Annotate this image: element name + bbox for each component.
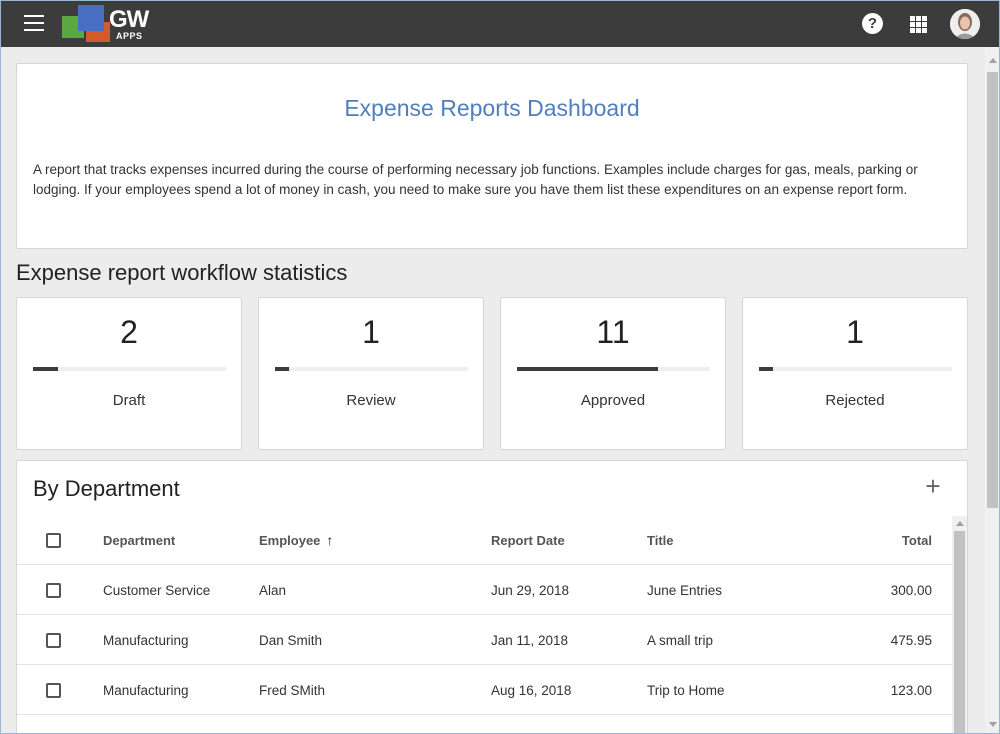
cell-total: 300.00 (890, 583, 932, 598)
workflow-statistics-heading: Expense report workflow statistics (16, 260, 348, 285)
stat-value: 1 (362, 314, 380, 350)
table-header-row: Department Employee ↑ Report Date Title T… (17, 516, 952, 565)
table-row[interactable]: Manufacturing Dan Smith Jan 11, 2018 A s… (17, 616, 952, 665)
cell-report-date: Aug 16, 2018 (491, 683, 572, 698)
top-app-bar: GW APPS ? (0, 0, 1000, 47)
cell-report-date: Jun 29, 2018 (491, 583, 570, 598)
stat-progress-bar (517, 367, 710, 371)
stat-card-draft[interactable]: 2 Draft (16, 297, 242, 450)
by-department-heading: By Department (33, 476, 180, 501)
table-scrollbar-thumb[interactable] (954, 531, 965, 734)
cell-department: Manufacturing (103, 683, 189, 698)
stat-label: Draft (112, 392, 146, 409)
column-header-title[interactable]: Title (647, 516, 674, 565)
apps-grid-icon[interactable] (910, 16, 927, 33)
cell-title: Trip to Oxnard (647, 716, 733, 734)
column-header-report-date[interactable]: Report Date (491, 516, 565, 565)
cell-employee: Hank Williams (259, 716, 345, 734)
scroll-down-icon[interactable] (989, 722, 997, 727)
stat-value: 11 (596, 314, 630, 350)
sort-ascending-icon[interactable]: ↑ (326, 516, 333, 565)
cell-department: Marketing (103, 716, 162, 734)
stat-progress-bar (759, 367, 952, 371)
cell-total: 475.95 (890, 633, 932, 648)
cell-department: Manufacturing (103, 633, 189, 648)
stat-progress-bar (33, 367, 226, 371)
cell-total: 123.00 (890, 683, 932, 698)
cell-title: June Entries (647, 583, 723, 598)
row-checkbox[interactable] (46, 683, 61, 698)
page-title: Expense Reports Dashboard (344, 95, 640, 121)
dashboard-header-card: Expense Reports Dashboard A report that … (16, 63, 968, 249)
column-header-department[interactable]: Department (103, 516, 175, 565)
cell-total: 1,024.56 (807, 716, 932, 734)
dashboard-description: A report that tracks expenses incurred d… (33, 162, 918, 197)
stat-value: 1 (846, 314, 864, 350)
select-all-checkbox[interactable] (46, 533, 61, 548)
help-icon[interactable]: ? (862, 13, 883, 34)
cell-employee: Alan (259, 583, 287, 598)
table-row[interactable]: Marketing Hank Williams May 10, 2018 Tri… (17, 716, 952, 734)
department-table: Department Employee ↑ Report Date Title T… (17, 516, 952, 734)
table-row[interactable]: Customer Service Alan Jun 29, 2018 June … (17, 566, 952, 615)
add-icon[interactable]: + (922, 473, 944, 499)
scrollbar-thumb[interactable] (987, 72, 998, 508)
stat-label: Approved (580, 392, 646, 409)
cell-report-date: May 10, 2018 (491, 716, 573, 734)
stat-card-rejected[interactable]: 1 Rejected (742, 297, 968, 450)
menu-icon[interactable] (24, 15, 46, 33)
row-checkbox[interactable] (46, 583, 61, 598)
column-header-total[interactable]: Total (807, 516, 932, 565)
stat-value: 2 (120, 314, 138, 350)
table-scrollbar[interactable] (952, 516, 967, 734)
cell-report-date: Jan 11, 2018 (491, 633, 569, 648)
cell-department: Customer Service (103, 583, 211, 598)
by-department-card: By Department + Department Employee ↑ Rep… (16, 460, 968, 734)
logo-blue-square (78, 5, 104, 31)
scroll-up-icon[interactable] (989, 58, 997, 63)
cell-employee: Fred SMith (259, 683, 326, 698)
cell-employee: Dan Smith (259, 633, 323, 648)
cell-title: A small trip (647, 633, 714, 648)
gw-apps-logo[interactable]: GW APPS (60, 4, 160, 44)
row-checkbox[interactable] (46, 633, 61, 648)
cell-title: Trip to Home (647, 683, 725, 698)
user-avatar[interactable] (950, 9, 980, 39)
stat-label: Review (346, 392, 396, 409)
table-scroll-up-icon[interactable] (956, 521, 964, 526)
table-row[interactable]: Manufacturing Fred SMith Aug 16, 2018 Tr… (17, 666, 952, 715)
column-header-employee[interactable]: Employee ↑ (259, 516, 333, 565)
logo-subtext: APPS (116, 31, 143, 41)
stat-card-approved[interactable]: 11 Approved (500, 297, 726, 450)
stat-progress-bar (275, 367, 468, 371)
page-scrollbar[interactable] (985, 47, 1000, 734)
stat-label: Rejected (825, 392, 885, 409)
column-header-employee-label: Employee (259, 533, 321, 548)
logo-text: GW (109, 6, 149, 33)
stat-card-review[interactable]: 1 Review (258, 297, 484, 450)
